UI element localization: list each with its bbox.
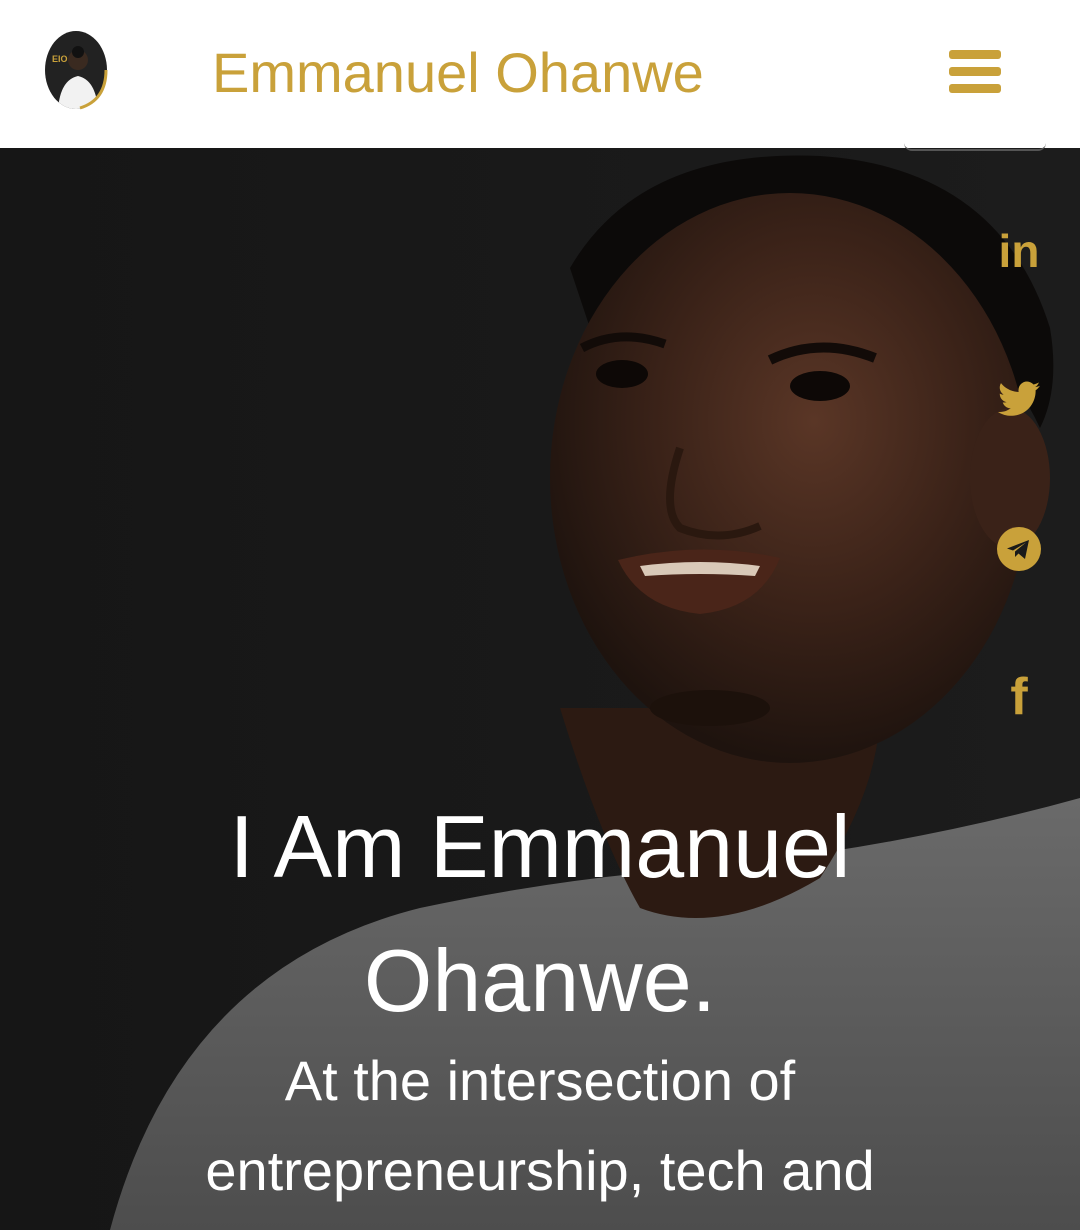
menu-bar-icon — [949, 84, 1001, 93]
telegram-link[interactable] — [986, 516, 1052, 582]
svg-text:EIO: EIO — [52, 54, 68, 64]
hero-subtitle-line1: At the intersection of — [284, 1049, 796, 1112]
hero-heading-line2: Ohanwe. — [363, 931, 717, 1030]
hamburger-menu-button[interactable] — [944, 44, 1006, 100]
telegram-icon — [997, 527, 1041, 571]
linkedin-link[interactable]: in — [986, 218, 1052, 284]
hero-subtitle-line2: entrepreneurship, tech and — [205, 1139, 875, 1202]
hero-heading-line1: I Am Emmanuel — [229, 797, 851, 896]
menu-bar-icon — [949, 67, 1001, 76]
twitter-link[interactable] — [986, 366, 1052, 432]
hero-subtitle: At the intersection of entrepreneurship,… — [0, 1036, 1080, 1216]
menu-bar-icon — [949, 50, 1001, 59]
facebook-link[interactable]: f — [986, 664, 1052, 730]
site-title[interactable]: Emmanuel Ohanwe — [212, 38, 704, 108]
logo-avatar[interactable]: EIO — [44, 30, 108, 110]
hero-section: in f I Am Emmanuel Ohanwe. At the inters… — [0, 148, 1080, 1230]
hero-heading: I Am Emmanuel Ohanwe. — [0, 780, 1080, 1048]
facebook-icon: f — [1010, 668, 1028, 726]
page: EIO Emmanuel Ohanwe in f I Am Emmanuel O… — [0, 0, 1080, 1230]
avatar-icon: EIO — [45, 31, 108, 110]
linkedin-icon: in — [998, 225, 1040, 277]
twitter-icon — [998, 381, 1040, 416]
header-tab-divider — [904, 141, 1046, 151]
site-header: EIO Emmanuel Ohanwe — [0, 0, 1080, 148]
